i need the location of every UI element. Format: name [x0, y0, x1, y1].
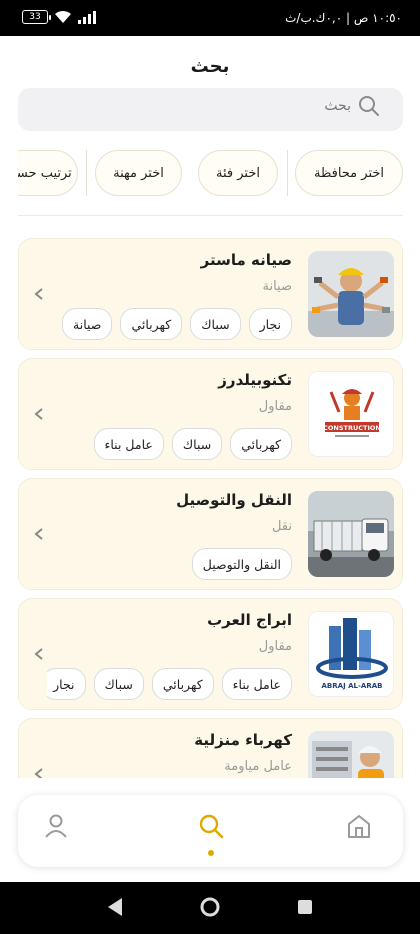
person-icon[interactable] — [43, 813, 69, 839]
battery-icon: 33 — [22, 10, 51, 24]
logo-text: CONSTRUCTION — [323, 424, 381, 432]
home-nav-icon[interactable] — [199, 896, 221, 918]
signal-icon — [78, 10, 96, 24]
home-icon[interactable] — [346, 813, 372, 839]
tag: صيانة — [62, 308, 113, 340]
chevron-left-icon — [34, 528, 43, 540]
card-tags: عامل بناء كهربائي سباك نجار — [47, 668, 292, 702]
active-indicator — [208, 850, 214, 856]
tag: سباك — [171, 428, 223, 460]
card-thumbnail — [308, 491, 394, 577]
card-thumbnail: CONSTRUCTION — [308, 371, 394, 457]
bottom-nav — [18, 795, 403, 867]
results-list: صيانه ماستر صيانة نجار سباك كهربائي صيان… — [18, 238, 403, 778]
filter-divider — [287, 150, 288, 196]
tag: عامل بناء — [93, 428, 164, 460]
filter-divider — [86, 150, 87, 196]
card-title: صيانه ماستر — [200, 251, 292, 269]
search-icon — [359, 96, 379, 116]
card-thumbnail — [308, 251, 394, 337]
search-bar[interactable] — [18, 88, 403, 131]
tag: سباك — [190, 308, 241, 340]
tag: عامل بناء — [221, 668, 292, 700]
chevron-left-icon — [34, 648, 43, 660]
card-subtitle: مقاول — [258, 399, 292, 414]
logo-text: ABRAJ AL-ARAB — [322, 682, 383, 690]
wifi-icon — [55, 10, 71, 23]
page-header: بحث — [0, 36, 420, 96]
divider — [18, 215, 403, 216]
search-icon[interactable] — [198, 813, 224, 839]
filter-bar: اختر محافظة اختر فئة اختر مهنة ترتيب حسب — [18, 148, 403, 200]
card-title: كهرباء منزلية — [194, 731, 292, 749]
card-title: النقل والتوصيل — [176, 491, 292, 509]
card-thumbnail: ABRAJ AL-ARAB — [308, 611, 394, 697]
card-subtitle: مقاول — [258, 639, 292, 654]
status-time: ١٠:٥٠ ص | ٠,٠ك.ب/ث — [285, 11, 402, 25]
chevron-left-icon — [34, 288, 43, 300]
card-title: تكنوبيلدرز — [218, 371, 292, 389]
tag: نجار — [47, 668, 86, 700]
card-subtitle: عامل مياومة — [224, 759, 292, 774]
card-tags: كهربائي سباك عامل بناء — [47, 428, 292, 462]
card-subtitle: نقل — [271, 519, 292, 534]
tag: كهربائي — [230, 428, 292, 460]
card-title: ابراج العرب — [207, 611, 292, 629]
tag: نجار — [248, 308, 292, 340]
result-card[interactable]: ABRAJ AL-ARAB ابراج العرب مقاول عامل بنا… — [18, 598, 403, 710]
card-tags: نجار سباك كهربائي صيانة — [47, 308, 292, 342]
page-title: بحث — [190, 55, 230, 77]
battery-level: 33 — [29, 12, 41, 22]
card-tags: النقل والتوصيل — [47, 548, 292, 582]
filter-governorate[interactable]: اختر محافظة — [295, 150, 403, 196]
card-thumbnail — [308, 731, 394, 778]
result-card[interactable]: النقل والتوصيل نقل النقل والتوصيل — [18, 478, 403, 590]
result-card[interactable]: كهرباء منزلية عامل مياومة — [18, 718, 403, 778]
tag: كهربائي — [120, 308, 183, 340]
system-nav-bar — [0, 882, 420, 934]
result-card[interactable]: صيانه ماستر صيانة نجار سباك كهربائي صيان… — [18, 238, 403, 350]
status-bar: 33 ١٠:٥٠ ص | ٠,٠ك.ب/ث — [0, 0, 420, 36]
chevron-left-icon — [34, 768, 43, 778]
search-input[interactable] — [51, 94, 351, 118]
filter-sort[interactable]: ترتيب حسب — [18, 150, 78, 196]
recents-nav-icon[interactable] — [296, 896, 314, 918]
tag: النقل والتوصيل — [191, 548, 292, 580]
chevron-left-icon — [34, 408, 43, 420]
filter-category[interactable]: اختر فئة — [198, 150, 278, 196]
result-card[interactable]: CONSTRUCTION تكنوبيلدرز مقاول كهربائي سب… — [18, 358, 403, 470]
back-nav-icon[interactable] — [106, 896, 124, 918]
filter-profession[interactable]: اختر مهنة — [95, 150, 182, 196]
card-subtitle: صيانة — [262, 279, 292, 294]
tag: كهربائي — [151, 668, 214, 700]
tag: سباك — [93, 668, 144, 700]
